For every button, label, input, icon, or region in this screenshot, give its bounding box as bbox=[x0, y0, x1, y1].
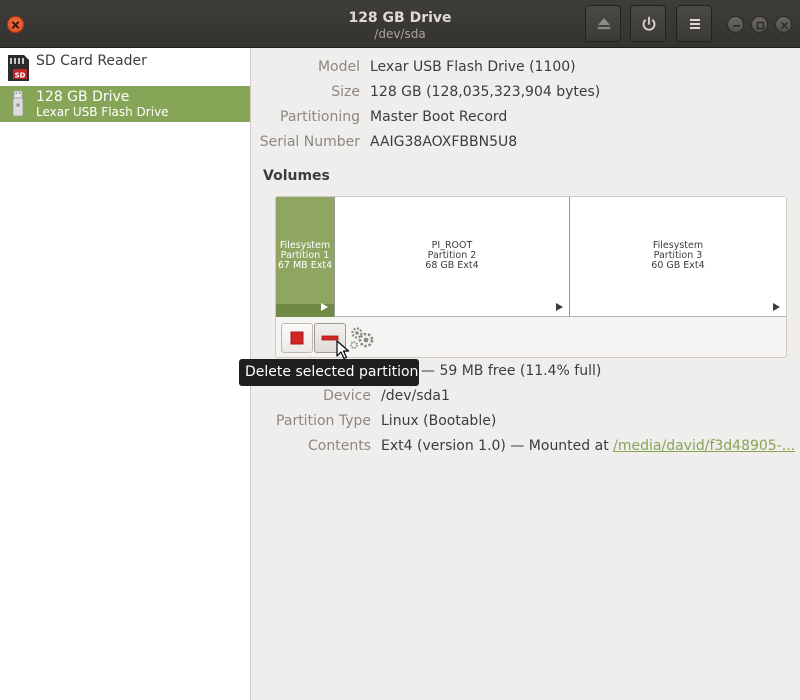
model-label: Model bbox=[317, 59, 360, 75]
sd-card-icon: SD bbox=[8, 55, 29, 81]
partition-3-size: 60 GB Ext4 bbox=[651, 260, 705, 271]
window-subtitle: /dev/sda bbox=[374, 27, 426, 41]
partition-type-label: Partition Type bbox=[276, 413, 371, 429]
header-bar: 128 GB Drive /dev/sda bbox=[0, 0, 800, 48]
device-sidebar: SD SD Card Reader 128 GB Drive Lexar USB… bbox=[0, 48, 251, 700]
partitioning-label: Partitioning bbox=[280, 109, 360, 125]
minimize-icon bbox=[733, 25, 740, 27]
maximize-button[interactable] bbox=[751, 16, 768, 33]
partition-2-size: 68 GB Ext4 bbox=[425, 260, 479, 271]
tooltip: Delete selected partition bbox=[239, 359, 419, 386]
close-icon[interactable] bbox=[7, 16, 24, 33]
expand-arrow-icon[interactable] bbox=[773, 303, 780, 311]
maximize-icon bbox=[756, 21, 765, 30]
disks-window: 128 GB Drive /dev/sda SD SD Card Reader … bbox=[0, 0, 800, 700]
mouse-cursor-icon bbox=[336, 340, 350, 360]
volumes-panel: Filesystem Partition 1 67 MB Ext4 PI_ROO… bbox=[275, 196, 787, 358]
serial-number-label: Serial Number bbox=[259, 134, 360, 150]
volumes-heading: Volumes bbox=[263, 168, 330, 184]
eject-icon bbox=[598, 18, 610, 30]
expand-arrow-icon[interactable] bbox=[321, 303, 328, 311]
contents-value: Ext4 (version 1.0) — Mounted at /media/d… bbox=[381, 438, 795, 454]
usb-drive-icon bbox=[12, 90, 24, 117]
partition-2-block[interactable]: PI_ROOT Partition 2 68 GB Ext4 bbox=[335, 197, 570, 317]
partition-options-button[interactable] bbox=[347, 323, 379, 353]
unmount-button[interactable] bbox=[281, 323, 313, 353]
sidebar-item-label: 128 GB Drive bbox=[36, 89, 130, 105]
svg-text:SD: SD bbox=[15, 72, 26, 80]
partition-map: Filesystem Partition 1 67 MB Ext4 PI_ROO… bbox=[276, 197, 786, 317]
partition-1-size: 67 MB Ext4 bbox=[277, 260, 333, 271]
sidebar-item-label: SD Card Reader bbox=[36, 53, 147, 69]
size-value: 128 GB (128,035,323,904 bytes) bbox=[370, 84, 601, 100]
device-value: /dev/sda1 bbox=[381, 388, 450, 404]
partition-1-block[interactable]: Filesystem Partition 1 67 MB Ext4 bbox=[276, 197, 335, 317]
sidebar-item-128gb-drive[interactable]: 128 GB Drive Lexar USB Flash Drive bbox=[0, 86, 250, 122]
stop-icon bbox=[290, 331, 304, 345]
minimize-button[interactable] bbox=[727, 16, 744, 33]
gears-icon bbox=[350, 327, 374, 349]
size-label: Size bbox=[331, 84, 360, 100]
partition-type-value: Linux (Bootable) bbox=[381, 413, 497, 429]
menu-button[interactable] bbox=[676, 5, 712, 42]
eject-button[interactable] bbox=[585, 5, 621, 42]
partition-3-block[interactable]: Filesystem Partition 3 60 GB Ext4 bbox=[570, 197, 786, 317]
window-close-button[interactable] bbox=[775, 16, 792, 33]
serial-number-value: AAIG38AOXFBBN5U8 bbox=[370, 134, 518, 150]
contents-label: Contents bbox=[308, 438, 371, 454]
window-close-icon bbox=[780, 21, 789, 30]
hamburger-menu-icon bbox=[690, 19, 700, 29]
title-block: 128 GB Drive /dev/sda bbox=[250, 9, 550, 41]
power-icon bbox=[642, 16, 656, 31]
partition-size-value: — 59 MB free (11.4% full) bbox=[421, 363, 602, 379]
device-label: Device bbox=[323, 388, 371, 404]
power-button[interactable] bbox=[630, 5, 666, 42]
window-title: 128 GB Drive bbox=[348, 10, 452, 26]
sidebar-item-sublabel: Lexar USB Flash Drive bbox=[36, 105, 169, 119]
expand-arrow-icon[interactable] bbox=[556, 303, 563, 311]
model-value: Lexar USB Flash Drive (1100) bbox=[370, 59, 576, 75]
contents-text: Ext4 (version 1.0) — Mounted at bbox=[381, 438, 614, 454]
sidebar-item-sd-card-reader[interactable]: SD SD Card Reader bbox=[0, 50, 250, 86]
mount-point-link[interactable]: /media/david/f3d48905-... bbox=[613, 438, 795, 454]
partitioning-value: Master Boot Record bbox=[370, 109, 508, 125]
